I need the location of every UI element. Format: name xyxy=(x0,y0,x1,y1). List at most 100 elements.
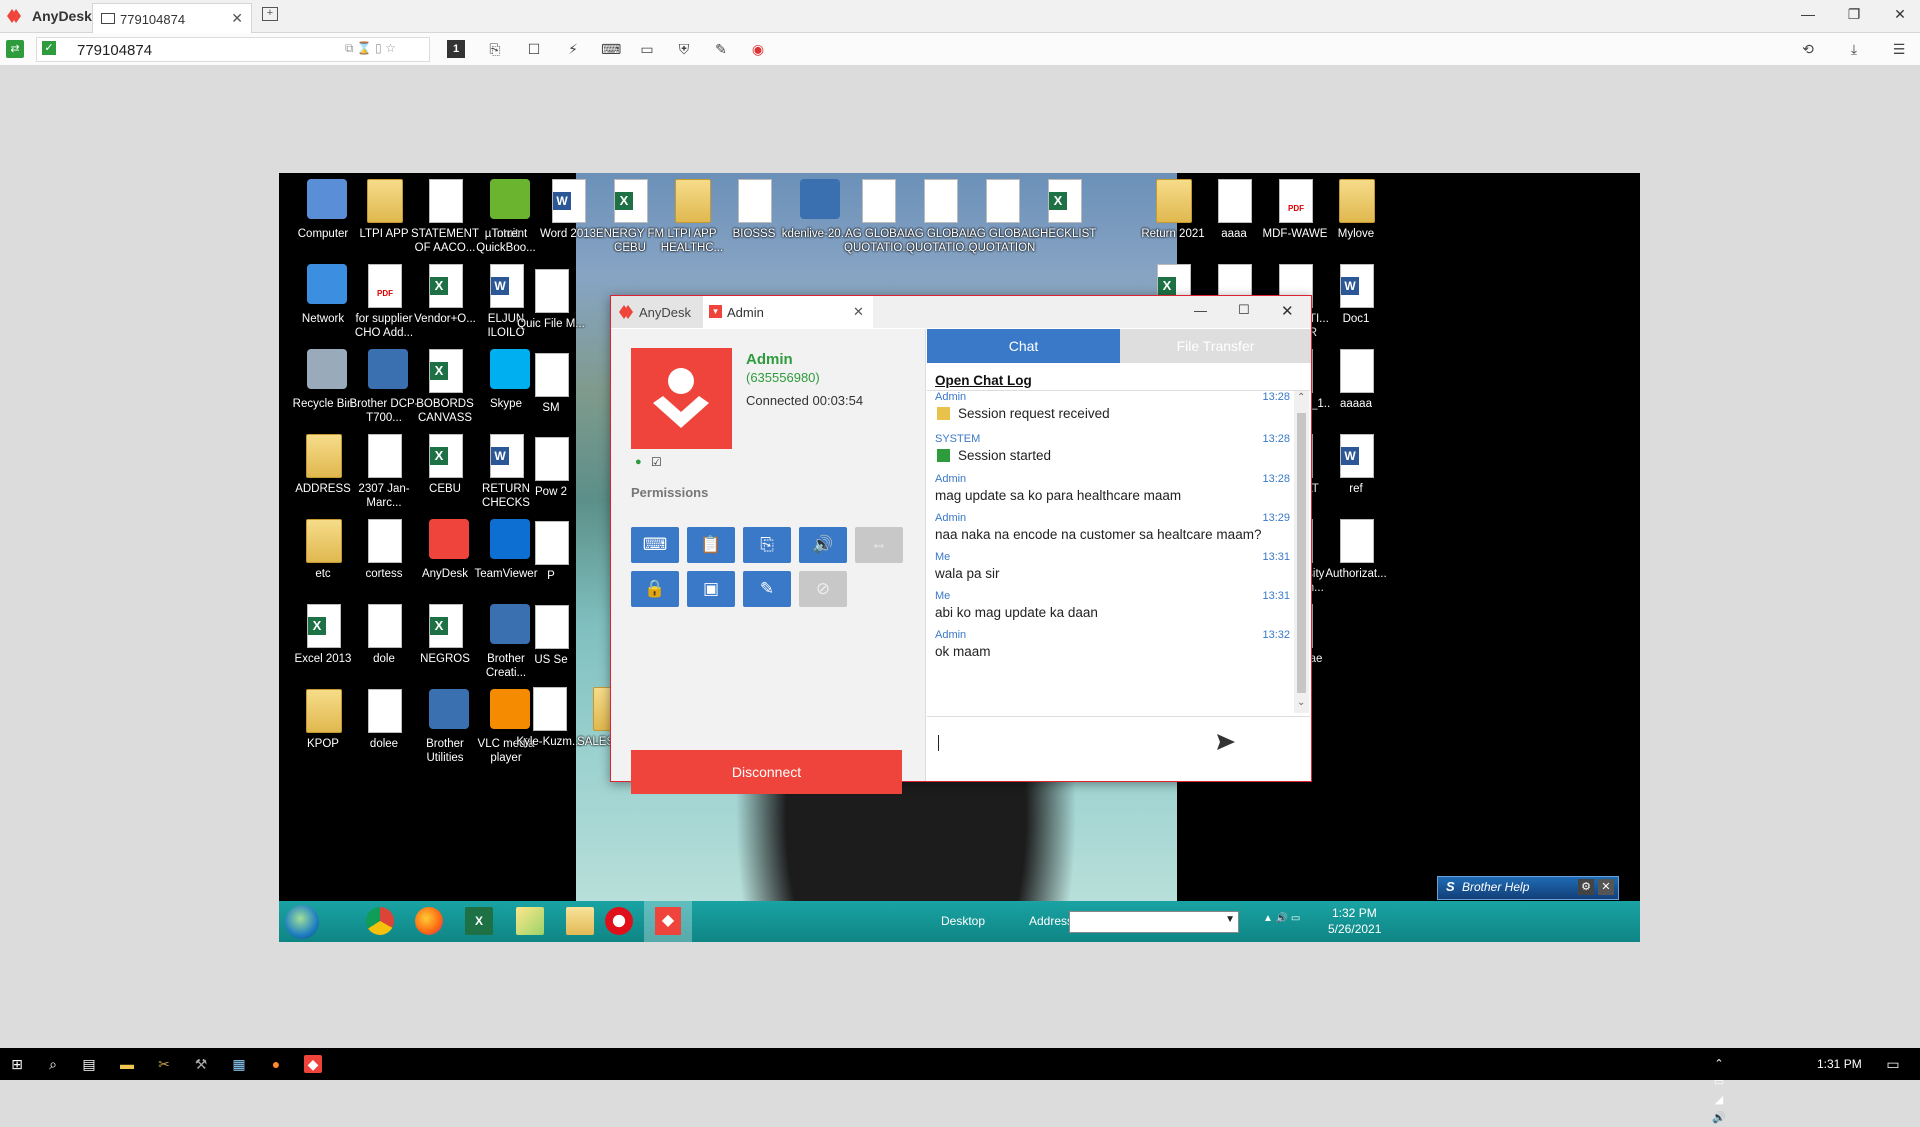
whiteboard-pen-icon[interactable]: ✎ xyxy=(712,40,730,58)
chat-icon[interactable]: ☐ xyxy=(525,40,543,58)
search-icon[interactable]: ⌕ xyxy=(44,1055,62,1073)
notepad-icon[interactable]: ▦ xyxy=(230,1055,248,1073)
kyle-kuzm-icon xyxy=(533,687,567,731)
switch-sides-permission-icon[interactable]: ⇔ xyxy=(855,527,903,563)
lock-screen-permission-icon[interactable]: 🔒 xyxy=(631,571,679,607)
desktop-icon-aaaaa[interactable]: aaaaa xyxy=(1320,349,1392,411)
excel-icon[interactable]: X xyxy=(465,907,493,935)
verified-icon: ✓ xyxy=(42,41,56,55)
quic-file-m-icon xyxy=(535,269,569,313)
remote-clock-date[interactable]: 5/26/2021 xyxy=(1328,922,1381,936)
chat-log[interactable]: Admin 13:28 Session request received SYSTEM… xyxy=(927,391,1297,714)
file-transfer-icon[interactable]: ⎘ xyxy=(486,40,504,58)
new-tab-icon[interactable]: + xyxy=(262,7,278,21)
dialog-minimize-button[interactable]: — xyxy=(1194,303,1207,318)
firefox-icon[interactable] xyxy=(415,907,443,935)
restore-button[interactable]: ❐ xyxy=(1843,6,1865,26)
notification-icon[interactable]: ▭ xyxy=(1884,1055,1902,1073)
tray-icons[interactable]: ▲ 🔊 ▭ xyxy=(1263,913,1300,924)
desktop-icon-quic-file-m[interactable]: Quic File M... xyxy=(515,269,587,331)
monitor-select-button[interactable]: 1 xyxy=(447,40,465,58)
brother-help-bar[interactable]: S Brother Help ⚙ ✕ xyxy=(1437,876,1619,900)
file-explorer-icon[interactable]: ▬ xyxy=(118,1055,136,1073)
etc-icon xyxy=(306,519,342,563)
ag-global-quotatio-icon xyxy=(862,179,896,223)
chat-scrollbar[interactable]: ⌃ ⌄ xyxy=(1294,391,1309,713)
chat-message-text: ok maam xyxy=(935,644,991,659)
file-permission-icon[interactable]: ⎘ xyxy=(743,527,791,563)
desktop-icon-mylove[interactable]: Mylove xyxy=(1320,179,1392,241)
session-tab[interactable]: 779104874 ✕ xyxy=(92,3,252,33)
tab-file-transfer[interactable]: File Transfer xyxy=(1120,329,1311,363)
tab-chat[interactable]: Chat xyxy=(927,329,1120,363)
dialog-tab-anydesk[interactable]: AnyDesk xyxy=(611,296,703,328)
desktop-icon-doc1[interactable]: Doc1 xyxy=(1320,264,1392,326)
chevron-down-icon[interactable]: ⌄ xyxy=(1297,697,1305,708)
close-window-button[interactable]: ✕ xyxy=(1889,6,1911,26)
host-clock-time[interactable]: 1:31 PM xyxy=(1817,1057,1862,1071)
menu-icon[interactable]: ☰ xyxy=(1890,40,1908,58)
desktop-icon-pow-2[interactable]: Pow 2 xyxy=(515,437,587,499)
admin-avatar-icon: ▾ xyxy=(709,305,722,318)
anydesk-task-button[interactable]: ◆ xyxy=(644,901,692,942)
disconnect-button[interactable]: Disconnect xyxy=(631,750,902,794)
record-icon[interactable]: ◉ xyxy=(749,40,767,58)
opera-icon[interactable] xyxy=(605,907,633,935)
close-tab-icon[interactable]: ✕ xyxy=(853,304,864,320)
audio-permission-icon[interactable]: 🔊 xyxy=(799,527,847,563)
task-view-icon[interactable]: ▤ xyxy=(80,1055,98,1073)
file-explorer-icon[interactable] xyxy=(566,907,594,935)
sticky-notes-icon[interactable] xyxy=(516,907,544,935)
display-icon[interactable]: ▭ xyxy=(638,40,656,58)
draw-permission-icon[interactable]: ✎ xyxy=(743,571,791,607)
dialog-maximize-button[interactable]: ☐ xyxy=(1238,302,1250,318)
chevron-down-icon[interactable]: ▼ xyxy=(1225,914,1235,925)
chevron-up-icon[interactable]: ⌃ xyxy=(1297,392,1305,403)
actions-lightning-icon[interactable]: ⚡ xyxy=(564,40,582,58)
open-chat-log-link[interactable]: Open Chat Log xyxy=(935,373,1032,388)
desktop-toolbar-label[interactable]: Desktop xyxy=(941,914,985,928)
excel-2013-icon xyxy=(307,604,341,648)
close-tab-icon[interactable]: ✕ xyxy=(231,10,243,27)
chat-message-time: 13:28 xyxy=(1262,391,1290,403)
desktop-icon-us-se[interactable]: US Se xyxy=(515,605,587,667)
connection-status: Connected 00:03:54 xyxy=(746,393,864,408)
minimize-button[interactable]: — xyxy=(1797,6,1819,26)
anydesk-taskbar-icon[interactable]: ◆ xyxy=(304,1055,322,1073)
tool-icon[interactable]: ✂ xyxy=(155,1055,173,1073)
permissions-icon[interactable]: ⛨ xyxy=(675,40,693,58)
start-button[interactable] xyxy=(285,905,319,939)
address-box[interactable]: ✓ 779104874 ⧉ ⌛ ▯ ☆ xyxy=(36,37,430,62)
tray-icons[interactable]: ⌃ ▭ ◢ 🔊 xyxy=(1710,1055,1728,1124)
gear-icon[interactable]: ⚙ xyxy=(1578,879,1594,895)
dialog-tab-admin[interactable]: ▾ Admin ✕ xyxy=(703,296,873,329)
desktop-icon-ref[interactable]: ref xyxy=(1320,434,1392,496)
chat-input[interactable] xyxy=(927,716,1310,781)
privacy-mode-permission-icon[interactable]: ⊘ xyxy=(799,571,847,607)
clipboard-permission-icon[interactable]: 📋 xyxy=(687,527,735,563)
app-icon[interactable]: ⚒ xyxy=(192,1055,210,1073)
desktop-icon-p[interactable]: P xyxy=(515,521,587,583)
desktop-icon-checklist[interactable]: CHECKLIST xyxy=(1028,179,1100,241)
dialog-close-button[interactable]: ✕ xyxy=(1281,302,1294,320)
send-icon[interactable] xyxy=(1215,731,1237,753)
download-icon[interactable]: ⤓ xyxy=(1845,40,1863,58)
desktop-icon-authorizat[interactable]: Authorizat... xyxy=(1320,519,1392,581)
firefox-icon[interactable]: ● xyxy=(267,1055,285,1073)
aaaaa-icon xyxy=(1340,349,1374,393)
desktop-icon-sm[interactable]: SM xyxy=(515,353,587,415)
chrome-icon[interactable] xyxy=(366,907,394,935)
keyboard-icon[interactable]: ⌨ xyxy=(601,40,621,58)
chat-message-time: 13:28 xyxy=(1262,433,1290,445)
address-actions-icon[interactable]: ⧉ ⌛ ▯ ☆ xyxy=(345,41,396,56)
windows-start-icon[interactable]: ⊞ xyxy=(8,1055,26,1073)
connection-quality-icon[interactable]: ⇄ xyxy=(6,40,24,58)
remote-clock-time[interactable]: 1:32 PM xyxy=(1332,906,1377,920)
dole-icon xyxy=(368,604,402,648)
history-icon[interactable]: ⟲ xyxy=(1799,40,1817,58)
close-icon[interactable]: ✕ xyxy=(1598,879,1614,895)
record-permission-icon[interactable]: ▣ xyxy=(687,571,735,607)
scrollbar-thumb[interactable] xyxy=(1297,413,1306,693)
address-toolbar-input[interactable]: ▼ xyxy=(1069,911,1239,933)
keyboard-mouse-permission-icon[interactable]: ⌨ xyxy=(631,527,679,563)
